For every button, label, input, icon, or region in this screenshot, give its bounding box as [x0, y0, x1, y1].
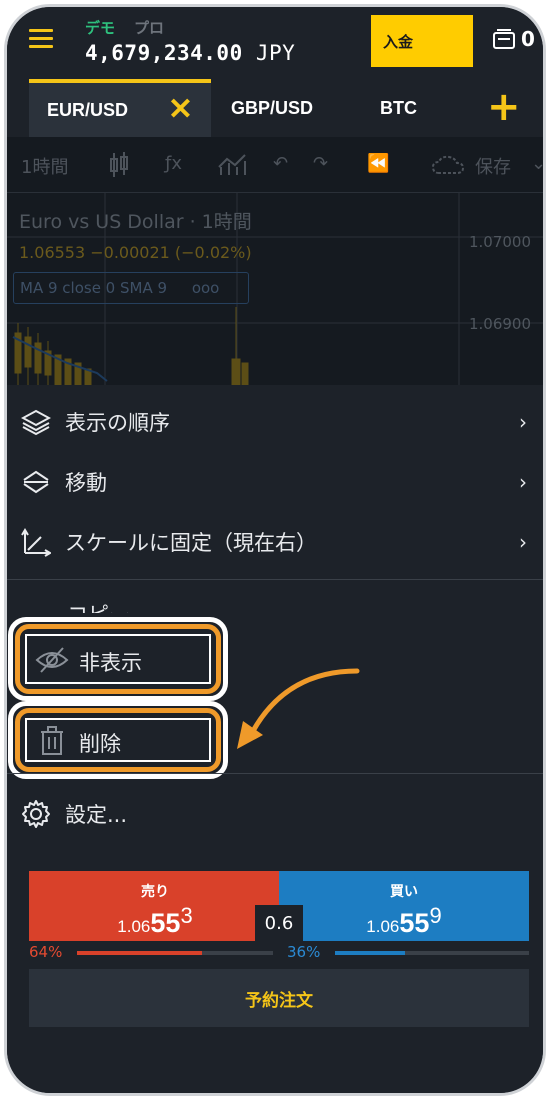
menu-item-label: 非表示	[79, 651, 142, 675]
layers-icon	[21, 409, 51, 436]
menu-item-label: 設定...	[65, 803, 128, 827]
sell-label: 売り	[141, 884, 169, 900]
move-arrows-icon	[23, 470, 49, 494]
buy-sentiment-fill	[335, 951, 405, 955]
price-scale-label: 1.07000	[468, 233, 531, 251]
buy-label: 買い	[390, 884, 418, 900]
menu-divider	[7, 579, 543, 580]
indicator-icon[interactable]: ƒx	[165, 153, 182, 174]
menu-item-label: 表示の順序	[65, 411, 170, 435]
gear-icon	[22, 800, 50, 828]
add-tab-icon[interactable]: +	[487, 87, 521, 127]
demo-label: デモ	[85, 19, 116, 37]
symbol-tabs: EUR/USD ✕ GBP/USD BTC +	[7, 79, 543, 137]
chart-area: 1時間 ƒx ↶ ↷ ⏪ 保存 ⌄ Euro vs US Dollar · 1時…	[7, 137, 543, 385]
axis-scale-icon	[21, 528, 51, 557]
eye-off-icon	[35, 647, 69, 673]
sell-price: 1.06553	[29, 903, 281, 939]
deposit-button[interactable]: 入金	[371, 15, 473, 67]
menu-item-move[interactable]: 移動 ›	[7, 455, 543, 509]
sell-button[interactable]: 売り 1.06553	[29, 871, 281, 941]
price-scale-label: 1.06900	[468, 315, 531, 333]
ma-indicator-label[interactable]: MA 9 close 0 SMA 9 ooo	[13, 272, 249, 304]
sell-percentage: 64%	[29, 943, 63, 961]
highlight-outline: 削除	[15, 708, 221, 772]
menu-item-hide[interactable]: 非表示	[25, 634, 211, 684]
close-icon[interactable]: ✕	[168, 95, 193, 125]
balance-amount: 4,679,234.00	[85, 41, 243, 65]
chevron-down-icon[interactable]: ⌄	[531, 153, 543, 174]
ma-label: MA 9 close 0 SMA 9	[20, 279, 168, 297]
highlight-outline: 非表示	[15, 624, 221, 694]
price-prefix: 1.06	[366, 917, 400, 936]
buy-percentage: 36%	[287, 943, 321, 961]
chevron-right-icon: ›	[519, 470, 527, 494]
buy-price: 1.06559	[279, 903, 529, 939]
chart-quote: 1.06553 −0.00021 (−0.02%)	[19, 243, 252, 262]
more-icon[interactable]: ooo	[192, 279, 220, 297]
menu-item-pin-scale[interactable]: スケールに固定（現在右） ›	[7, 515, 543, 569]
trash-icon	[41, 726, 63, 755]
chart-title: Euro vs US Dollar · 1時間	[19, 211, 252, 233]
menu-divider	[7, 773, 543, 774]
context-menu: 表示の順序 › 移動 › スケールに固定（現在右） › コピー	[7, 385, 543, 853]
menu-item-label: スケールに固定（現在右）	[65, 531, 317, 555]
chevron-right-icon: ›	[519, 410, 527, 434]
wallet-icon[interactable]	[493, 29, 515, 49]
spread-badge: 0.6	[255, 905, 303, 941]
sell-sentiment-bar	[77, 951, 273, 955]
tab-eurusd[interactable]: EUR/USD ✕	[29, 79, 211, 137]
buy-sentiment-bar	[335, 951, 529, 955]
menu-icon[interactable]	[29, 29, 53, 49]
tab-btc[interactable]: BTC	[380, 79, 417, 137]
highlight-frame: 非表示	[8, 617, 228, 701]
phone-frame: デモ プロ 4,679,234.00 JPY 入金 0 EUR/USD ✕ GB…	[4, 4, 546, 1096]
menu-item-label: 移動	[65, 471, 107, 495]
redo-icon[interactable]: ↷	[313, 153, 328, 174]
price-fraction: 9	[429, 903, 442, 928]
menu-item-label: 削除	[79, 732, 121, 756]
highlight-frame: 削除	[8, 701, 228, 779]
price-pips: 55	[399, 908, 430, 938]
chevron-right-icon: ›	[519, 530, 527, 554]
replay-icon[interactable]: ⏪	[367, 153, 389, 174]
pro-label[interactable]: プロ	[134, 17, 164, 38]
save-button[interactable]: 保存	[475, 153, 511, 179]
templates-icon[interactable]	[217, 153, 247, 177]
menu-item-delete[interactable]: 削除	[25, 718, 211, 762]
price-pips: 55	[150, 908, 181, 938]
cloud-save-icon[interactable]	[431, 155, 471, 177]
candlestick-icon[interactable]	[107, 151, 131, 179]
sell-sentiment-fill	[77, 951, 203, 955]
tab-label: EUR/USD	[47, 99, 129, 120]
limit-order-button[interactable]: 予約注文	[29, 969, 529, 1027]
annotation-arrow-icon	[237, 668, 360, 749]
trade-panel: 売り 1.06553 買い 1.06559 0.6 64% 36% 予約注文	[7, 853, 543, 1093]
account-balance: 4,679,234.00 JPY	[85, 41, 295, 65]
menu-item-copy[interactable]: コピー	[67, 599, 130, 613]
menu-item-settings[interactable]: 設定...	[7, 787, 543, 841]
chart-toolbar: 1時間 ƒx ↶ ↷ ⏪ 保存 ⌄	[7, 137, 543, 193]
tab-gbpusd[interactable]: GBP/USD	[231, 79, 313, 137]
buy-button[interactable]: 買い 1.06559	[279, 871, 529, 941]
undo-icon[interactable]: ↶	[273, 153, 288, 174]
price-fraction: 3	[180, 903, 193, 928]
balance-currency: JPY	[255, 41, 296, 65]
clipped-text: 0	[521, 27, 535, 51]
price-prefix: 1.06	[117, 917, 151, 936]
menu-item-order[interactable]: 表示の順序 ›	[7, 395, 543, 449]
interval-selector[interactable]: 1時間	[21, 153, 68, 179]
app-header: デモ プロ 4,679,234.00 JPY 入金 0	[7, 7, 543, 75]
